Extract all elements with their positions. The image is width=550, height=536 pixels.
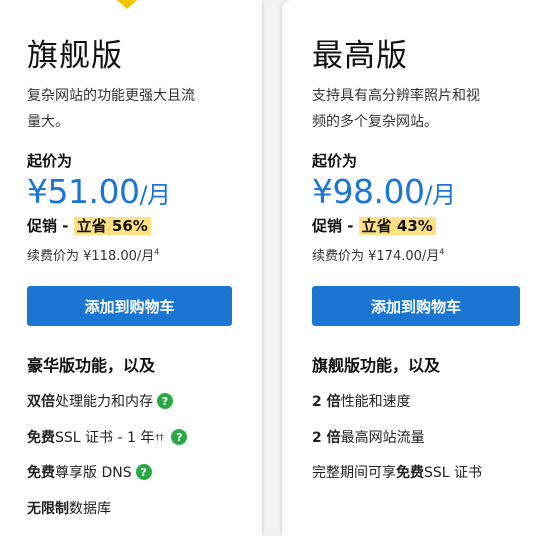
renewal-price: 续费价为 ¥174.00/月4 (312, 247, 445, 264)
plan-title: 旗舰版 (27, 38, 123, 74)
feature-item: 完整期间可享 免费 SSL 证书 (312, 465, 483, 481)
promo-text: 促销 - 立省 43% (312, 215, 436, 236)
plan-description: 复杂网站的功能更强大且流 量大。 (27, 88, 195, 130)
price-from-label: 起价为 (27, 152, 73, 170)
plan-price: ¥51.00/月 (27, 172, 171, 211)
promo-text: 促销 - 立省 56% (27, 215, 151, 236)
plan-price: ¥98.00/月 (312, 172, 456, 211)
promo-highlight: 立省 56% (73, 217, 151, 235)
plan-card-maximum: 最高版 支持具有高分辨率照片和视 频的多个复杂网站。 起价为 ¥98.00/月 … (282, 0, 550, 536)
feature-item: 2 倍最高网站流量 (312, 430, 425, 446)
promo-highlight: 立省 43% (358, 217, 436, 235)
recommended-ribbon (117, 0, 137, 9)
plan-title: 最高版 (312, 38, 408, 74)
feature-item: 2 倍性能和速度 (312, 394, 411, 410)
add-to-cart-button[interactable]: 添加到购物车 (312, 286, 520, 326)
help-icon[interactable]: ? (157, 393, 173, 409)
feature-item: 双倍 处理能力和内存 ? (27, 391, 173, 411)
features-title: 旗舰版功能，以及 (312, 356, 441, 375)
feature-item: 免费 尊享版 DNS ? (27, 462, 152, 482)
price-from-label: 起价为 (312, 152, 358, 170)
plan-description: 支持具有高分辨率照片和视 频的多个复杂网站。 (312, 88, 480, 130)
help-icon[interactable]: ? (171, 429, 188, 445)
feature-item: 无限制 数据库 (27, 501, 111, 517)
plan-card-ultimate: 旗舰版 复杂网站的功能更强大且流 量大。 起价为 ¥51.00/月 促销 - 立… (0, 0, 262, 536)
features-title: 豪华版功能，以及 (27, 356, 156, 375)
renewal-price: 续费价为 ¥118.00/月4 (27, 247, 160, 264)
add-to-cart-button[interactable]: 添加到购物车 (27, 286, 232, 326)
help-icon[interactable]: ? (135, 464, 152, 480)
feature-item: 免费 SSL 证书 - 1 年 †† ? (27, 427, 188, 447)
